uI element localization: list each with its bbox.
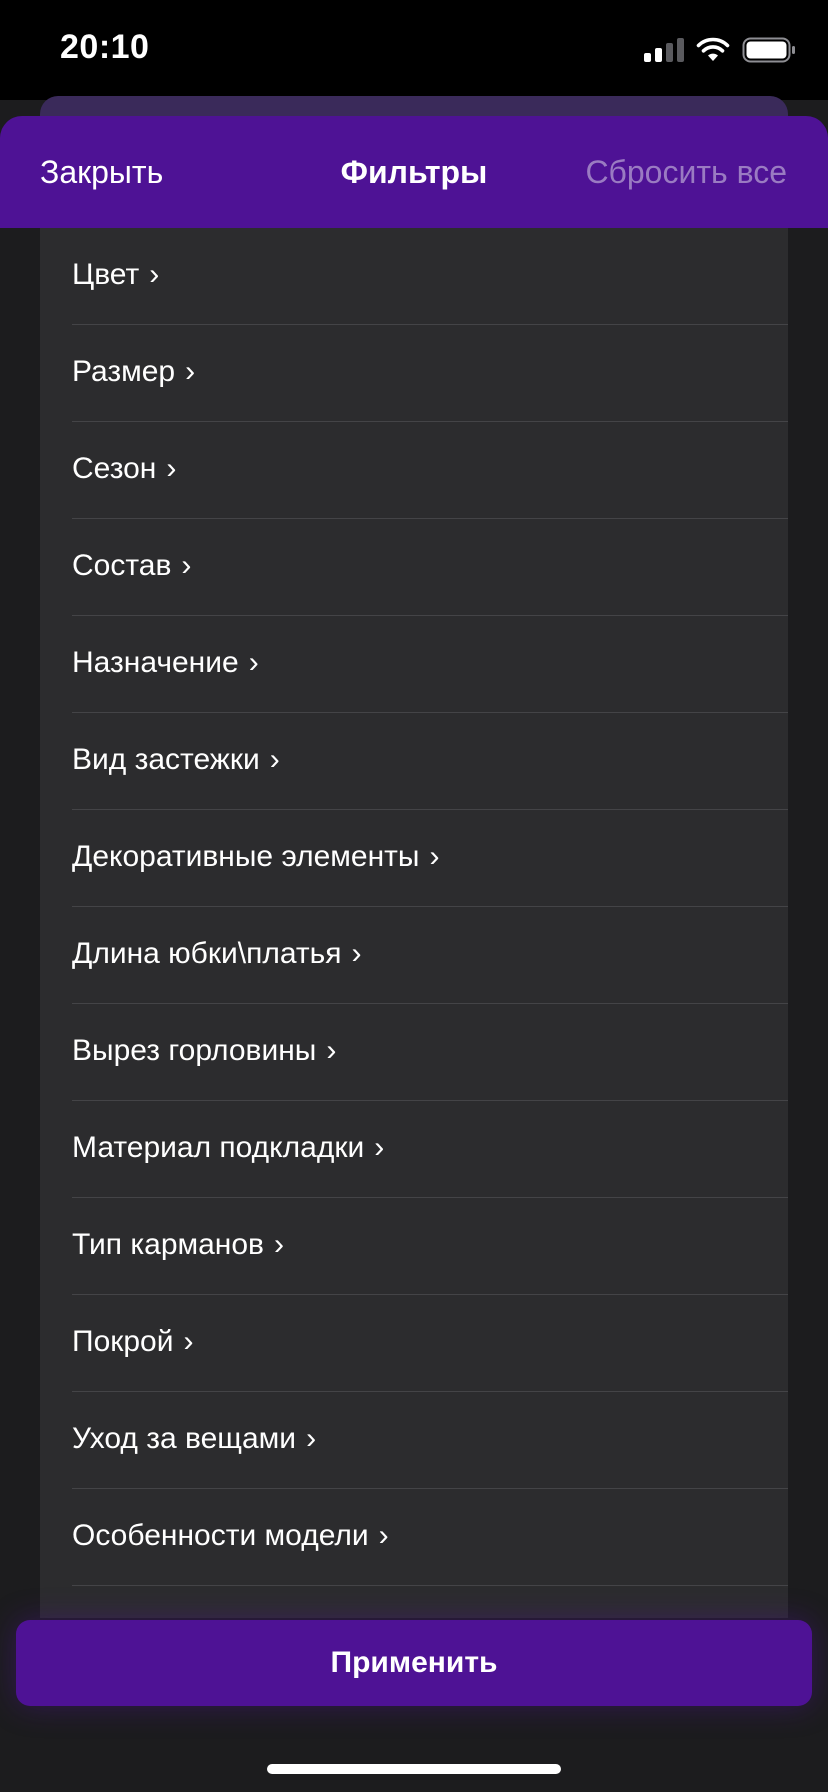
chevron-right-icon: › — [269, 743, 280, 776]
filter-list-item[interactable]: Длина юбки\платья › — [72, 907, 788, 1004]
nav-header: Закрыть Фильтры Сбросить все — [0, 116, 828, 228]
chevron-right-icon: › — [378, 1519, 389, 1552]
filter-list-item[interactable]: Уход за вещами › — [72, 1392, 788, 1489]
filter-list: Цвет › Размер › Сезон › Состав › Назначение › Вид … — [40, 228, 788, 1586]
filter-item-label: Декоративные элементы — [72, 840, 420, 873]
filter-list-item[interactable]: Особенности модели › — [72, 1489, 788, 1586]
filter-list-item[interactable]: Вид застежки › — [72, 713, 788, 810]
home-indicator — [267, 1764, 561, 1774]
chevron-right-icon: › — [351, 937, 362, 970]
filter-list-panel[interactable]: Цвет › Размер › Сезон › Состав › Назначение › Вид … — [40, 228, 788, 1618]
chevron-right-icon: › — [149, 258, 160, 291]
chevron-right-icon: › — [274, 1228, 284, 1261]
chevron-right-icon: › — [248, 646, 259, 679]
chevron-right-icon: › — [306, 1422, 317, 1455]
filter-list-item[interactable]: Цвет › — [72, 228, 788, 325]
filter-item-label: Уход за вещами — [72, 1422, 297, 1455]
cellular-signal-icon — [644, 38, 684, 62]
status-icons — [644, 36, 796, 64]
filter-item-label: Сезон — [72, 452, 157, 485]
status-bar: 20:10 — [0, 0, 828, 100]
filter-list-item[interactable]: Сезон › — [72, 422, 788, 519]
filter-list-item[interactable]: Покрой › — [72, 1295, 788, 1392]
filter-item-label: Цвет — [72, 258, 140, 291]
backdrop-left — [0, 228, 40, 1792]
backdrop-right — [788, 228, 828, 1792]
filter-item-label: Покрой — [72, 1325, 174, 1358]
battery-icon — [742, 37, 795, 63]
chevron-right-icon: › — [429, 840, 440, 873]
filter-list-item[interactable]: Состав › — [72, 519, 788, 616]
filter-item-label: Тип карманов — [72, 1228, 264, 1261]
filter-item-label: Назначение — [72, 646, 239, 679]
filter-item-label: Особенности модели — [72, 1519, 369, 1552]
filter-item-label: Состав — [72, 549, 172, 582]
filter-list-item[interactable]: Материал подкладки › — [72, 1101, 788, 1198]
filter-list-item[interactable]: Декоративные элементы › — [72, 810, 788, 907]
chevron-right-icon: › — [181, 549, 192, 582]
chevron-right-icon: › — [374, 1131, 385, 1164]
filter-item-label: Материал подкладки — [72, 1131, 365, 1164]
filter-list-item[interactable]: Тип карманов › — [72, 1198, 788, 1295]
filter-list-item[interactable]: Размер › — [72, 325, 788, 422]
wifi-icon — [696, 37, 730, 61]
chevron-right-icon: › — [166, 452, 177, 485]
filters-screen: 20:10 Закрыть Фильтры Сбросить все Цвет … — [0, 0, 828, 1792]
filter-item-label: Вид застежки — [72, 743, 260, 776]
filter-list-item[interactable]: Вырез горловины › — [72, 1004, 788, 1101]
filter-item-label: Размер — [72, 355, 176, 388]
chevron-right-icon: › — [326, 1034, 337, 1067]
reset-all-button[interactable]: Сбросить все — [585, 154, 787, 191]
status-time: 20:10 — [60, 28, 150, 66]
apply-button[interactable]: Применить — [16, 1620, 812, 1706]
chevron-right-icon: › — [183, 1325, 194, 1358]
close-button[interactable]: Закрыть — [40, 154, 163, 191]
filter-item-label: Вырез горловины — [72, 1034, 317, 1067]
filter-list-item[interactable]: Назначение › — [72, 616, 788, 713]
apply-button-label: Применить — [330, 1646, 498, 1679]
filter-item-label: Длина юбки\платья — [72, 937, 342, 970]
chevron-right-icon: › — [185, 355, 196, 388]
